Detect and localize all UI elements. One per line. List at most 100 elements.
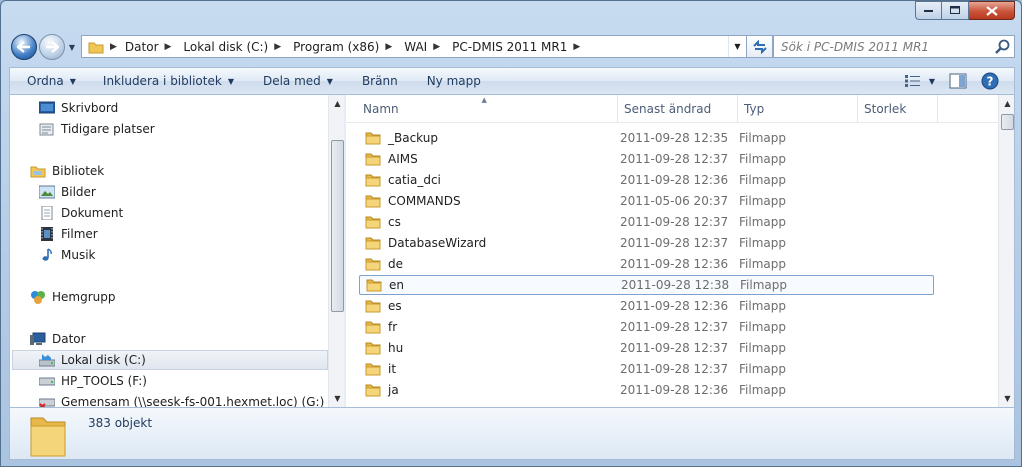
column-header-date[interactable]: Senast ändrad [618, 95, 738, 123]
file-row[interactable]: COMMANDS 2011-05-06 20:37 Filmapp [359, 191, 934, 211]
folder-icon [365, 363, 381, 376]
recent-places-icon [39, 123, 54, 136]
share-with-menu[interactable]: Dela med ▼ [243, 68, 342, 94]
file-type: Filmapp [740, 278, 787, 292]
file-name-cell: cs [359, 215, 619, 229]
recent-pages-button[interactable]: ▼ [67, 41, 77, 53]
breadcrumb-item[interactable]: PC-DMIS 2011 MR1 ▶ [446, 40, 586, 54]
file-name: en [389, 278, 404, 292]
scrollbar-thumb[interactable] [331, 140, 344, 312]
scroll-down-arrow-icon[interactable]: ▼ [999, 390, 1014, 407]
breadcrumb-item[interactable]: Lokal disk (C:) ▶ [177, 40, 287, 54]
chevron-down-icon: ▼ [326, 76, 333, 86]
column-header-label: Typ [744, 102, 765, 116]
nav-pane-scrollbar[interactable]: ▲ ▼ [328, 95, 344, 407]
chevron-down-icon: ▼ [69, 76, 76, 86]
breadcrumb-label: PC-DMIS 2011 MR1 [452, 39, 568, 54]
file-row[interactable]: catia_dci 2011-09-28 12:36 Filmapp [359, 170, 934, 190]
help-icon: ? [981, 72, 999, 90]
desktop-icon [39, 101, 55, 114]
scroll-up-arrow-icon[interactable]: ▲ [999, 95, 1014, 112]
file-row[interactable]: it 2011-09-28 12:37 Filmapp [359, 359, 934, 379]
back-button[interactable] [11, 34, 37, 60]
breadcrumb-separator-icon[interactable]: ▶ [274, 42, 281, 52]
nav-item-network-drive[interactable]: Gemensam (\\seesk-fs-001.hexmet.loc) (G:… [39, 392, 324, 407]
breadcrumb-label: Lokal disk (C:) [183, 39, 269, 54]
new-folder-button[interactable]: Ny mapp [407, 68, 490, 94]
column-header-size[interactable]: Storlek [858, 95, 938, 123]
file-row[interactable]: fr 2011-09-28 12:37 Filmapp [359, 317, 934, 337]
breadcrumb-separator-icon[interactable]: ▶ [573, 42, 580, 52]
address-history-button[interactable]: ▼ [728, 36, 746, 57]
breadcrumb-separator-icon[interactable]: ▶ [433, 42, 440, 52]
file-type: Filmapp [739, 194, 786, 208]
scroll-up-arrow-icon[interactable]: ▲ [329, 95, 344, 112]
nav-item-libraries[interactable]: Bibliotek [30, 161, 104, 181]
scroll-down-arrow-icon[interactable]: ▼ [329, 390, 344, 407]
details-pane: 383 objekt [9, 407, 1015, 460]
address-bar[interactable]: ▶ Dator ▶ Lokal disk (C:) ▶ Program (x86) ▶… [81, 35, 747, 58]
burn-button[interactable]: Bränn [342, 68, 407, 94]
change-view-button[interactable]: ▼ [900, 70, 940, 92]
nav-item-label: Tidigare platser [61, 122, 155, 136]
file-row[interactable]: AIMS 2011-09-28 12:37 Filmapp [359, 149, 934, 169]
nav-item-homegroup[interactable]: Hemgrupp [30, 287, 116, 307]
file-row[interactable]: de 2011-09-28 12:36 Filmapp [359, 254, 934, 274]
column-header-type[interactable]: Typ [738, 95, 858, 123]
column-header-label: Storlek [864, 102, 907, 116]
nav-item-computer[interactable]: Dator [30, 329, 86, 349]
breadcrumb-separator-icon[interactable]: ▶ [165, 42, 172, 52]
column-header-label: Senast ändrad [624, 102, 712, 116]
nav-item-desktop[interactable]: Skrivbord [39, 98, 118, 118]
file-row[interactable]: cs 2011-09-28 12:37 Filmapp [359, 212, 934, 232]
nav-item-pictures[interactable]: Bilder [39, 182, 96, 202]
maximize-icon [949, 6, 960, 14]
file-row[interactable]: es 2011-09-28 12:36 Filmapp [359, 296, 934, 316]
homegroup-icon [31, 291, 45, 304]
file-name-cell: de [359, 257, 619, 271]
nav-item-recent-places[interactable]: Tidigare platser [39, 119, 155, 139]
organize-menu[interactable]: Ordna ▼ [10, 68, 85, 94]
nav-item-local-disk[interactable]: Lokal disk (C:) [12, 350, 328, 370]
scrollbar-thumb[interactable] [1001, 114, 1014, 130]
file-row[interactable]: _Backup 2011-09-28 12:35 Filmapp [359, 128, 934, 148]
forward-button[interactable] [39, 34, 65, 60]
videos-icon [41, 227, 53, 241]
close-button[interactable] [969, 1, 1015, 20]
refresh-button[interactable] [747, 35, 773, 58]
search-icon[interactable] [995, 39, 1010, 54]
breadcrumb-item[interactable]: Program (x86) ▶ [287, 40, 398, 54]
nav-item-documents[interactable]: Dokument [39, 203, 123, 223]
preview-pane-button[interactable] [944, 70, 972, 92]
drive-icon [39, 377, 55, 386]
maximize-button[interactable] [942, 1, 969, 20]
file-row[interactable]: en 2011-09-28 12:38 Filmapp [359, 275, 934, 295]
folder-icon [365, 237, 381, 250]
breadcrumb-item[interactable]: WAI ▶ [398, 40, 446, 54]
file-row[interactable]: DatabaseWizard 2011-09-28 12:37 Filmapp [359, 233, 934, 253]
file-type: Filmapp [739, 362, 786, 376]
include-in-library-menu[interactable]: Inkludera i bibliotek ▼ [85, 68, 243, 94]
folder-icon [365, 258, 381, 271]
breadcrumb-item[interactable]: Dator ▶ [119, 40, 178, 54]
file-list-scrollbar[interactable]: ▲ ▼ [998, 95, 1014, 407]
minimize-button[interactable] [915, 1, 942, 20]
file-row[interactable]: hu 2011-09-28 12:37 Filmapp [359, 338, 934, 358]
window-controls [915, 1, 1015, 21]
navigation-pane: Skrivbord Tidigare platser Bibliotek Bil… [9, 95, 344, 407]
nav-item-videos[interactable]: Filmer [39, 224, 98, 244]
folder-icon [366, 279, 382, 292]
folder-icon [365, 321, 381, 334]
search-input[interactable] [781, 39, 991, 54]
file-type: Filmapp [739, 341, 786, 355]
library-icon [30, 166, 46, 178]
nav-item-hp-tools[interactable]: HP_TOOLS (F:) [39, 371, 147, 391]
column-header-name[interactable]: Namn ▲ [346, 95, 618, 123]
file-name-cell: AIMS [359, 152, 619, 166]
breadcrumb-separator-icon[interactable]: ▶ [385, 42, 392, 52]
file-type: Filmapp [739, 299, 786, 313]
search-box[interactable] [773, 35, 1015, 58]
file-row[interactable]: ja 2011-09-28 12:36 Filmapp [359, 380, 934, 400]
nav-item-music[interactable]: Musik [39, 245, 96, 265]
help-button[interactable]: ? [976, 70, 1004, 92]
